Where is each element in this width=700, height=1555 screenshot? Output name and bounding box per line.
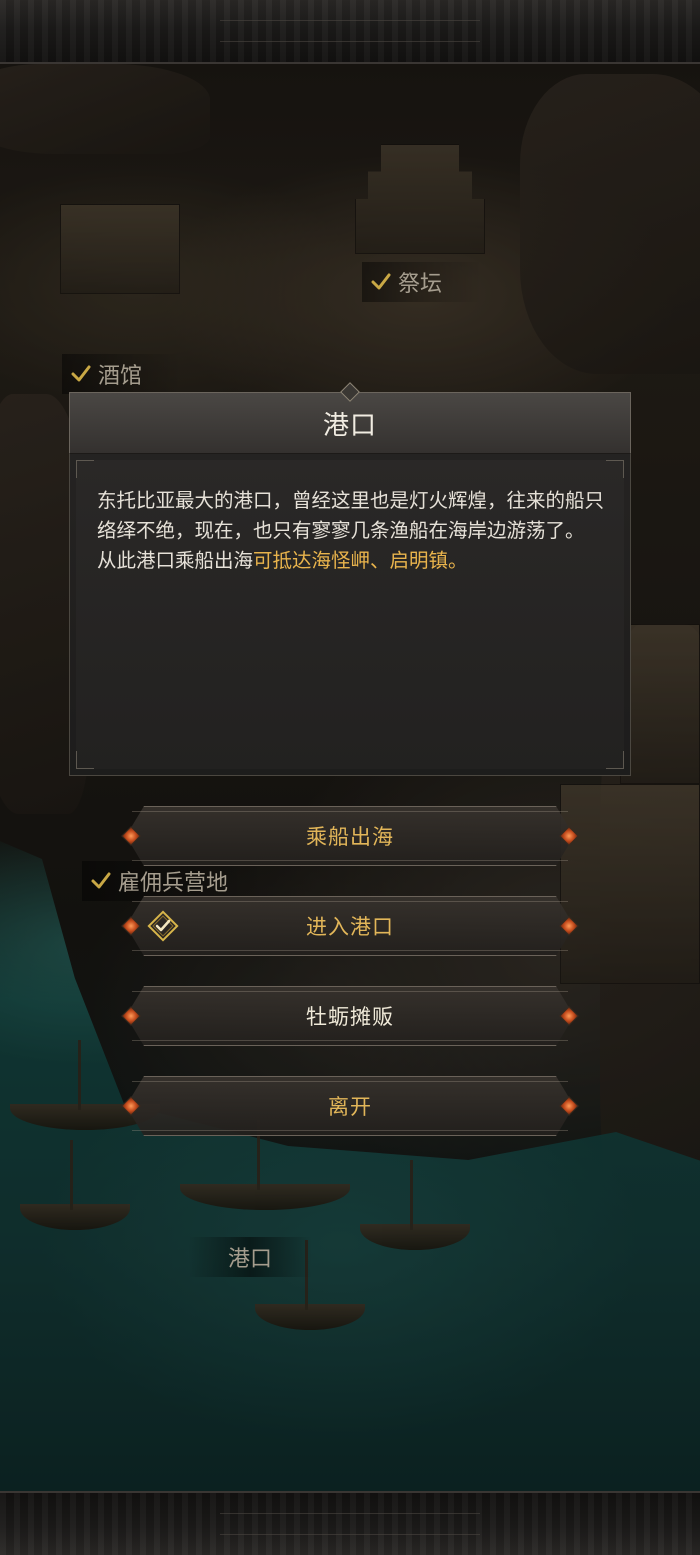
map-label-text: 雇佣兵营地 bbox=[118, 871, 229, 896]
option-enter-harbor-button[interactable]: 进入港口 bbox=[110, 896, 590, 956]
check-icon bbox=[90, 870, 112, 892]
map-scene: 祭坛 酒馆 雇佣兵营地 港口 bbox=[0, 64, 700, 1491]
check-icon bbox=[370, 271, 392, 293]
option-label: 离开 bbox=[328, 1095, 372, 1119]
travel-prefix: 从此港口乘船出海 bbox=[97, 549, 254, 572]
corner-ornament bbox=[606, 460, 624, 478]
scene-dim-overlay bbox=[0, 64, 700, 1491]
map-label-mercenary-camp[interactable]: 雇佣兵营地 bbox=[82, 861, 269, 901]
description-text: 东托比亚最大的港口，曾经这里也是灯火辉煌，往来的船只络绎不绝，现在，也只有寥寥几… bbox=[97, 489, 605, 542]
dialog-description: 东托比亚最大的港口，曾经这里也是灯火辉煌，往来的船只络绎不绝，现在，也只有寥寥几… bbox=[97, 486, 607, 576]
option-label: 乘船出海 bbox=[306, 825, 394, 849]
location-dialog: 港口 东托比亚最大的港口，曾经这里也是灯火辉煌，往来的船只络绎不绝，现在，也只有… bbox=[69, 382, 631, 776]
option-oyster-vendor-button[interactable]: 牡蛎摊贩 bbox=[110, 986, 590, 1046]
map-label-tavern[interactable]: 酒馆 bbox=[62, 354, 183, 394]
frame-ornament bbox=[220, 20, 480, 42]
map-label-text: 祭坛 bbox=[398, 272, 443, 297]
check-icon bbox=[70, 363, 92, 385]
option-set-sail-button[interactable]: 乘船出海 bbox=[110, 806, 590, 866]
travel-info: 从此港口乘船出海可抵达海怪岬、启明镇。 bbox=[97, 546, 607, 576]
dialog-title: 港口 bbox=[322, 410, 377, 441]
corner-ornament bbox=[76, 751, 94, 769]
top-frame-border bbox=[0, 0, 700, 64]
option-label: 进入港口 bbox=[306, 915, 394, 939]
option-label: 牡蛎摊贩 bbox=[306, 1005, 394, 1029]
map-label-harbor[interactable]: 港口 bbox=[188, 1237, 313, 1277]
map-label-altar[interactable]: 祭坛 bbox=[362, 262, 483, 302]
bottom-frame-border bbox=[0, 1491, 700, 1555]
corner-ornament bbox=[606, 751, 624, 769]
visited-check-icon bbox=[146, 909, 180, 943]
travel-destinations: 可抵达海怪岬、启明镇。 bbox=[253, 549, 468, 572]
corner-ornament bbox=[76, 460, 94, 478]
map-label-text: 港口 bbox=[228, 1247, 273, 1272]
map-label-text: 酒馆 bbox=[98, 364, 143, 389]
frame-ornament bbox=[220, 1513, 480, 1535]
option-leave-button[interactable]: 离开 bbox=[110, 1076, 590, 1136]
